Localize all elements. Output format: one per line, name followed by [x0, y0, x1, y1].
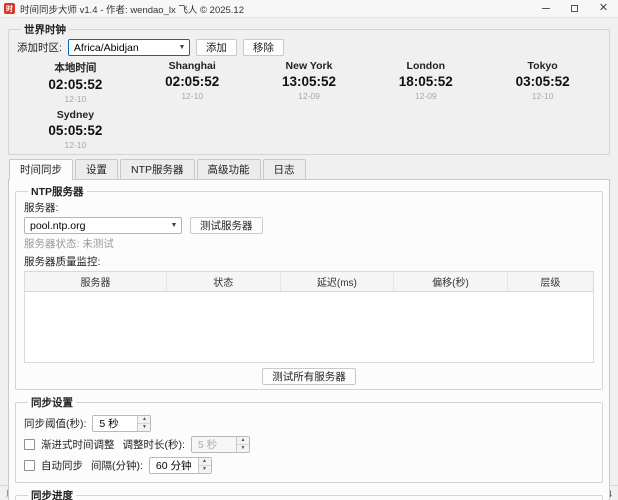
clock-date: 12-10 [134, 91, 251, 101]
clock-name: London [367, 60, 484, 72]
main-content: 世界时钟 添加时区: Africa/Abidjan ▼ 添加 移除 本地时间 0… [0, 18, 618, 485]
col-stratum: 层级 [508, 272, 593, 291]
chevron-down-icon: ▼ [167, 222, 181, 229]
server-status-text: 服务器状态: 未测试 [24, 236, 594, 251]
duration-label: 调整时长(秒): [123, 437, 185, 452]
maximize-button[interactable] [560, 0, 589, 17]
add-timezone-label: 添加时区: [17, 40, 62, 55]
threshold-value: 5 秒 [93, 416, 137, 431]
clock-shanghai: Shanghai 02:05:52 12-10 [134, 58, 251, 105]
timezone-select-value: Africa/Abidjan [69, 42, 175, 54]
col-latency: 延迟(ms) [281, 272, 395, 291]
clock-name: Sydney [17, 109, 134, 121]
ntp-server-group: NTP服务器 服务器: pool.ntp.org ▼ 测试服务器 服务器状态: … [15, 184, 603, 390]
window-title: 时间同步大师 v1.4 - 作者: wendao_lx 飞人 © 2025.12 [20, 2, 531, 16]
tab-time-sync[interactable]: 时间同步 [9, 159, 73, 180]
timezone-select[interactable]: Africa/Abidjan ▼ [68, 39, 190, 56]
test-all-row: 测试所有服务器 [24, 368, 594, 385]
clock-date: 12-09 [251, 91, 368, 101]
close-button[interactable]: ✕ [589, 0, 618, 17]
minimize-icon [542, 8, 550, 9]
stepper-arrows-icon[interactable]: ▲▼ [236, 437, 249, 452]
time-sync-panel: NTP服务器 服务器: pool.ntp.org ▼ 测试服务器 服务器状态: … [8, 179, 610, 500]
table-header-row: 服务器 状态 延迟(ms) 偏移(秒) 层级 [25, 272, 593, 292]
clock-time: 18:05:52 [367, 74, 484, 89]
autosync-label: 自动同步 [41, 458, 83, 473]
stepper-arrows-icon[interactable]: ▲▼ [198, 458, 211, 473]
clock-time: 13:05:52 [251, 74, 368, 89]
clock-name: Shanghai [134, 60, 251, 72]
table-body-empty [25, 292, 593, 362]
col-offset: 偏移(秒) [394, 272, 508, 291]
duration-value: 5 秒 [192, 437, 236, 452]
clock-london: London 18:05:52 12-09 [367, 58, 484, 105]
clock-time: 02:05:52 [17, 77, 134, 92]
tab-settings[interactable]: 设置 [75, 159, 118, 179]
clock-name: Tokyo [484, 60, 601, 72]
clock-sydney: Sydney 05:05:52 12-10 [17, 107, 134, 151]
tab-ntp-servers[interactable]: NTP服务器 [120, 159, 195, 179]
progressive-row: 渐进式时间调整 调整时长(秒): 5 秒 ▲▼ [24, 436, 594, 453]
interval-value: 60 分钟 [150, 458, 198, 473]
interval-stepper[interactable]: 60 分钟 ▲▼ [149, 457, 212, 474]
world-clock-group-label: 世界时钟 [21, 22, 69, 37]
clock-date: 12-10 [484, 91, 601, 101]
ntp-group-label: NTP服务器 [28, 184, 87, 199]
server-quality-table: 服务器 状态 延迟(ms) 偏移(秒) 层级 [24, 271, 594, 363]
clock-time: 03:05:52 [484, 74, 601, 89]
threshold-label: 同步阈值(秒): [24, 416, 86, 431]
progressive-checkbox[interactable] [24, 439, 35, 450]
clock-name: 本地时间 [17, 60, 134, 75]
titlebar: 时 时间同步大师 v1.4 - 作者: wendao_lx 飞人 © 2025.… [0, 0, 618, 18]
sync-progress-group-label: 同步进度 [28, 488, 76, 500]
server-row: pool.ntp.org ▼ 测试服务器 [24, 217, 594, 234]
add-timezone-button[interactable]: 添加 [196, 39, 237, 56]
chevron-down-icon: ▼ [175, 44, 189, 51]
progressive-label: 渐进式时间调整 [41, 437, 115, 452]
autosync-checkbox[interactable] [24, 460, 35, 471]
server-label: 服务器: [24, 200, 594, 215]
autosync-row: 自动同步 间隔(分钟): 60 分钟 ▲▼ [24, 457, 594, 474]
world-clock-grid: 本地时间 02:05:52 12-10 Shanghai 02:05:52 12… [17, 58, 601, 151]
tab-bar: 时间同步 设置 NTP服务器 高级功能 日志 [8, 159, 610, 179]
clock-time: 02:05:52 [134, 74, 251, 89]
sync-settings-group-label: 同步设置 [28, 395, 76, 410]
duration-stepper[interactable]: 5 秒 ▲▼ [191, 436, 250, 453]
window-controls: ✕ [531, 0, 618, 17]
tab-log[interactable]: 日志 [263, 159, 306, 179]
clock-name: New York [251, 60, 368, 72]
threshold-row: 同步阈值(秒): 5 秒 ▲▼ [24, 415, 594, 432]
clock-date: 12-09 [367, 91, 484, 101]
clock-date: 12-10 [17, 94, 134, 104]
test-server-button[interactable]: 测试服务器 [190, 217, 263, 234]
clock-newyork: New York 13:05:52 12-09 [251, 58, 368, 105]
tab-advanced[interactable]: 高级功能 [197, 159, 261, 179]
clock-date: 12-10 [17, 140, 134, 150]
clock-local: 本地时间 02:05:52 12-10 [17, 58, 134, 105]
remove-timezone-button[interactable]: 移除 [243, 39, 284, 56]
world-clock-group: 世界时钟 添加时区: Africa/Abidjan ▼ 添加 移除 本地时间 0… [8, 22, 610, 155]
server-select[interactable]: pool.ntp.org ▼ [24, 217, 182, 234]
interval-label: 间隔(分钟): [91, 458, 143, 473]
app-icon: 时 [4, 3, 15, 14]
maximize-icon [571, 5, 578, 12]
col-server: 服务器 [25, 272, 167, 291]
clock-time: 05:05:52 [17, 123, 134, 138]
col-status: 状态 [167, 272, 281, 291]
sync-settings-group: 同步设置 同步阈值(秒): 5 秒 ▲▼ 渐进式时间调整 调整时长(秒): 5 … [15, 395, 603, 483]
clock-tokyo: Tokyo 03:05:52 12-10 [484, 58, 601, 105]
sync-progress-group: 同步进度 [15, 488, 603, 500]
test-all-servers-button[interactable]: 测试所有服务器 [262, 368, 356, 385]
threshold-stepper[interactable]: 5 秒 ▲▼ [92, 415, 151, 432]
close-icon: ✕ [599, 3, 608, 14]
server-select-value: pool.ntp.org [25, 220, 167, 232]
add-timezone-row: 添加时区: Africa/Abidjan ▼ 添加 移除 [17, 39, 601, 56]
minimize-button[interactable] [531, 0, 560, 17]
server-quality-label: 服务器质量监控: [24, 254, 594, 269]
stepper-arrows-icon[interactable]: ▲▼ [137, 416, 150, 431]
